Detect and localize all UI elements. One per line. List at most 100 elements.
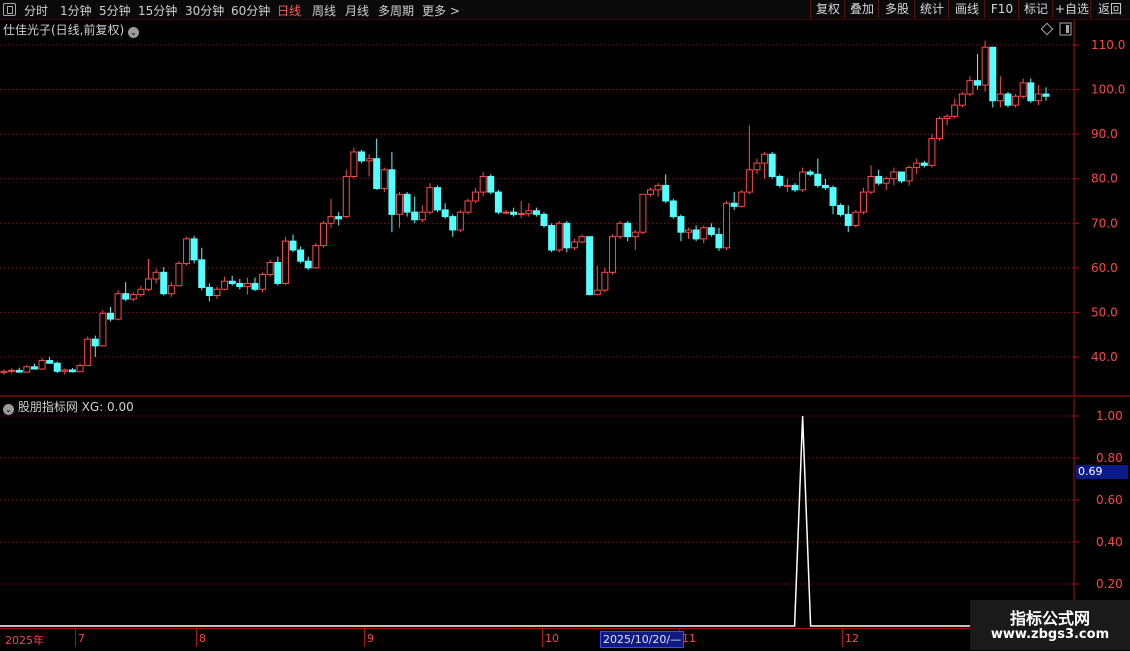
candle[interactable]: [715, 227, 723, 251]
candle[interactable]: [707, 223, 715, 237]
candle[interactable]: [974, 53, 982, 90]
candle[interactable]: [791, 183, 799, 193]
candle[interactable]: [563, 221, 571, 253]
candle[interactable]: [692, 225, 700, 242]
candle[interactable]: [525, 203, 533, 217]
candle[interactable]: [958, 91, 966, 108]
panel-toggle-icon[interactable]: [1059, 22, 1072, 36]
candle[interactable]: [578, 234, 586, 244]
candle[interactable]: [608, 234, 616, 275]
candle[interactable]: [46, 357, 54, 364]
candle[interactable]: [540, 212, 548, 228]
candle[interactable]: [259, 272, 267, 293]
candle[interactable]: [411, 196, 419, 224]
candle[interactable]: [936, 116, 944, 141]
candle[interactable]: [913, 158, 921, 175]
candle[interactable]: [548, 223, 556, 253]
candle[interactable]: [646, 187, 654, 197]
candle[interactable]: [228, 275, 236, 286]
candle[interactable]: [312, 243, 320, 269]
candle[interactable]: [859, 187, 867, 215]
candle[interactable]: [487, 174, 495, 195]
candle[interactable]: [730, 192, 738, 210]
candle[interactable]: [837, 203, 845, 217]
overlay-button[interactable]: 叠加: [844, 0, 879, 18]
candle[interactable]: [890, 167, 898, 186]
candle[interactable]: [723, 201, 731, 251]
candle[interactable]: [449, 214, 457, 237]
candle[interactable]: [380, 167, 388, 193]
candle[interactable]: [342, 169, 350, 218]
fuquan-button[interactable]: 复权: [810, 0, 845, 18]
candle[interactable]: [928, 134, 936, 168]
candle[interactable]: [753, 158, 761, 175]
candle[interactable]: [388, 151, 396, 233]
candle[interactable]: [685, 227, 693, 239]
candle[interactable]: [494, 189, 502, 215]
mark-button[interactable]: 标记: [1018, 0, 1053, 18]
candle[interactable]: [243, 277, 251, 295]
candle[interactable]: [274, 256, 282, 286]
candle[interactable]: [799, 167, 807, 193]
candle[interactable]: [396, 192, 404, 228]
candlestick-chart[interactable]: 110.0 100.0 90.0 80.0 70.0 60.0 50.0 40.0: [0, 20, 1130, 397]
indicator-chart[interactable]: 1.00 0.80 0.60 0.40 0.20: [0, 398, 1130, 628]
candle[interactable]: [114, 290, 122, 321]
candle[interactable]: [137, 285, 145, 297]
candle[interactable]: [8, 368, 16, 374]
candle[interactable]: [456, 209, 464, 233]
candle[interactable]: [776, 174, 784, 188]
candle[interactable]: [15, 367, 23, 373]
candle[interactable]: [1034, 85, 1042, 106]
period-tab-multi[interactable]: 多周期: [378, 2, 414, 19]
candle[interactable]: [53, 361, 61, 374]
candle[interactable]: [327, 198, 335, 228]
candle[interactable]: [1027, 78, 1035, 103]
candle[interactable]: [145, 258, 153, 292]
period-tab-daily[interactable]: 日线: [277, 2, 301, 19]
candle[interactable]: [783, 178, 791, 193]
candle[interactable]: [281, 236, 289, 285]
candle[interactable]: [472, 187, 480, 204]
back-button[interactable]: 返回: [1090, 0, 1129, 18]
candle[interactable]: [768, 151, 776, 179]
candle[interactable]: [350, 147, 358, 179]
draw-line-button[interactable]: 画线: [948, 0, 985, 18]
candle[interactable]: [966, 76, 974, 97]
candle[interactable]: [981, 40, 989, 92]
candle[interactable]: [996, 76, 1004, 108]
candle[interactable]: [1012, 94, 1020, 108]
candle[interactable]: [920, 160, 928, 168]
candle[interactable]: [829, 185, 837, 215]
candle[interactable]: [0, 369, 8, 375]
statistics-button[interactable]: 统计: [914, 0, 949, 18]
candle[interactable]: [586, 236, 594, 296]
multi-stock-button[interactable]: 多股: [878, 0, 915, 18]
candle[interactable]: [738, 189, 746, 208]
candle[interactable]: [517, 201, 525, 218]
candle[interactable]: [91, 335, 99, 357]
candle[interactable]: [357, 149, 365, 164]
candle[interactable]: [631, 229, 639, 251]
candle[interactable]: [236, 279, 244, 290]
candle[interactable]: [867, 165, 875, 195]
candle[interactable]: [434, 185, 442, 213]
period-tab-5min[interactable]: 5分钟: [99, 2, 131, 19]
candle[interactable]: [677, 214, 685, 242]
candle[interactable]: [251, 277, 259, 292]
candle[interactable]: [183, 236, 191, 266]
candle[interactable]: [639, 193, 647, 235]
candle[interactable]: [68, 368, 76, 373]
candle[interactable]: [129, 292, 137, 302]
period-tab-monthly[interactable]: 月线: [345, 2, 369, 19]
candle[interactable]: [532, 207, 540, 217]
candle[interactable]: [221, 276, 229, 291]
candle[interactable]: [700, 225, 708, 244]
diamond-icon[interactable]: [1040, 22, 1054, 36]
candle[interactable]: [989, 46, 997, 108]
f10-button[interactable]: F10: [984, 0, 1019, 18]
candle[interactable]: [160, 266, 168, 296]
candle[interactable]: [844, 205, 852, 233]
candle[interactable]: [905, 165, 913, 186]
candle[interactable]: [570, 238, 578, 251]
